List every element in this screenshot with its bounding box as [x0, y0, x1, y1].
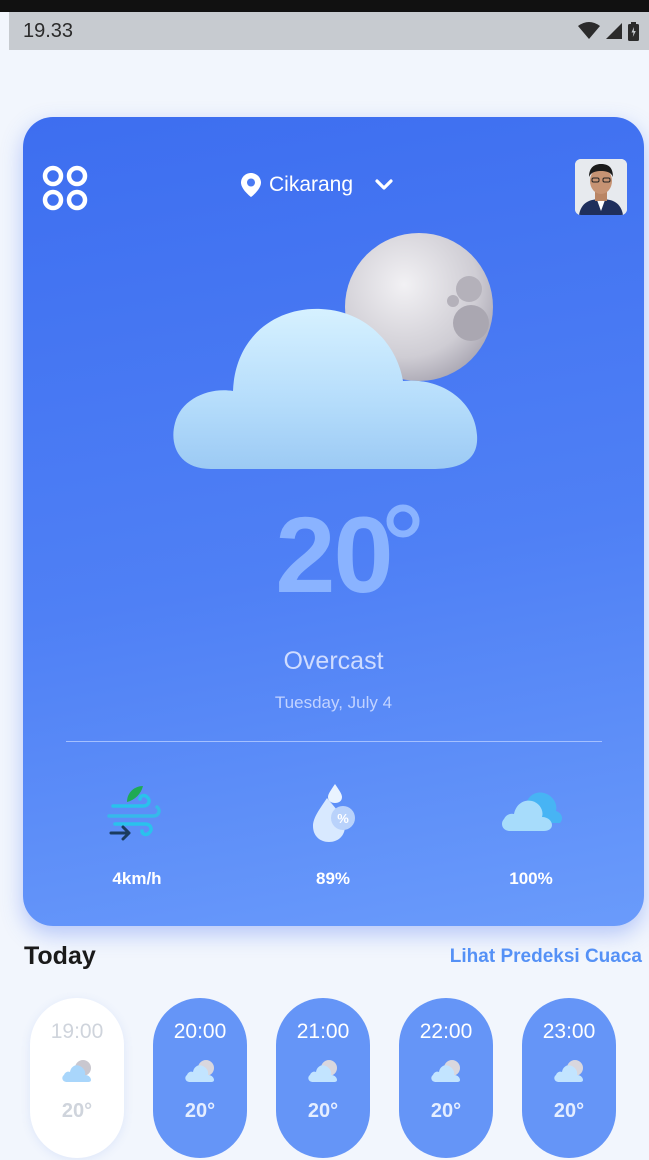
location-name: Cikarang	[269, 173, 354, 196]
cloud-stat: 100%	[471, 777, 591, 889]
cloud-moon-icon	[431, 1060, 460, 1082]
hour-time: 19:00	[50, 1020, 104, 1043]
humidity-value: 89%	[315, 869, 351, 888]
hour-time: 22:00	[419, 1020, 473, 1043]
chevron-down-icon	[375, 179, 393, 190]
hour-card[interactable]: 22:00 20°	[399, 998, 493, 1158]
location-pin-icon	[241, 173, 261, 197]
forecast-link[interactable]: Lihat Predeksi Cuaca	[450, 946, 642, 968]
avatar[interactable]	[575, 159, 627, 215]
degree-symbol-icon	[386, 504, 420, 538]
humidity-icon: %	[313, 784, 355, 842]
hour-card[interactable]: 20:00 20°	[153, 998, 247, 1158]
hour-temperature: 20°	[184, 1100, 216, 1122]
cloud-moon-icon	[62, 1060, 91, 1082]
current-date: Tuesday, July 4	[274, 693, 393, 712]
cloud-icon	[502, 792, 563, 831]
humidity-stat: % 89%	[273, 777, 393, 889]
weather-condition: Overcast	[283, 647, 384, 675]
hour-card[interactable]: 19:00 20°	[30, 998, 124, 1158]
status-icons	[578, 21, 639, 41]
wind-value: 4km/h	[112, 869, 162, 888]
hour-time: 23:00	[542, 1020, 596, 1043]
current-temperature: 20	[275, 494, 393, 615]
hour-card[interactable]: 23:00 20°	[522, 998, 616, 1158]
location-selector[interactable]: Cikarang	[241, 173, 395, 197]
weather-card: Cikarang 20 Overcast Tuesday, July 4 4km…	[23, 117, 644, 926]
svg-text:%: %	[337, 811, 349, 826]
hour-temperature: 20°	[553, 1100, 585, 1122]
hour-temperature: 20°	[307, 1100, 339, 1122]
cloud-moon-icon	[185, 1060, 214, 1082]
top-edge	[0, 0, 649, 12]
profile-photo-icon	[575, 159, 627, 215]
cloud-moon-icon	[173, 233, 493, 469]
status-bar: 19.33	[9, 12, 649, 50]
hour-time: 20:00	[173, 1020, 227, 1043]
signal-icon	[606, 23, 622, 39]
hour-card[interactable]: 21:00 20°	[276, 998, 370, 1158]
wifi-icon	[578, 22, 600, 39]
menu-grid-icon[interactable]	[41, 165, 91, 211]
today-heading: Today	[24, 942, 96, 970]
status-time: 19.33	[23, 19, 74, 42]
wind-stat: 4km/h	[77, 777, 197, 889]
hour-temperature: 20°	[61, 1100, 93, 1122]
wind-icon	[107, 786, 161, 841]
cloud-moon-icon	[308, 1060, 337, 1082]
hour-temperature: 20°	[430, 1100, 462, 1122]
cloud-value: 100%	[509, 869, 553, 888]
divider	[66, 741, 602, 742]
battery-icon	[628, 21, 639, 41]
hour-time: 21:00	[296, 1020, 350, 1043]
cloud-moon-icon	[554, 1060, 583, 1082]
